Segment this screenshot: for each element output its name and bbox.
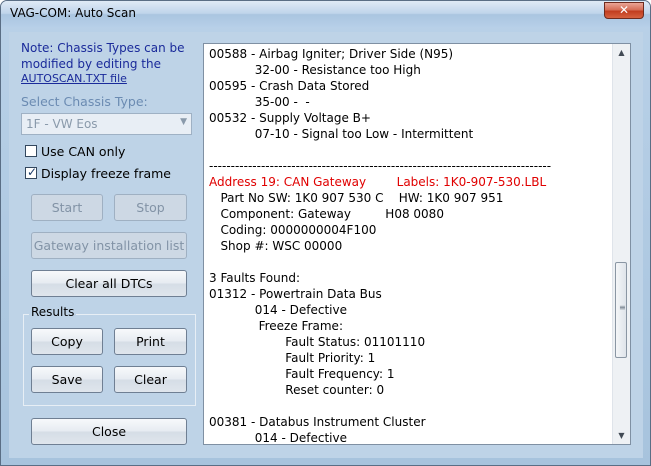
chevron-down-icon: ▼ [180,117,187,127]
scroll-up-icon[interactable]: ▲ [613,44,630,61]
log-line: Fault Priority: 1 [209,351,376,365]
copy-button[interactable]: Copy [31,328,103,355]
window-close-button[interactable]: ✕ [604,2,644,19]
log-line: Address 19: CAN Gateway Labels: 1K0-907-… [209,175,547,189]
log-line: Coding: 0000000004F100 [209,223,377,237]
chassis-note: Note: Chassis Types can be modified by e… [21,41,185,71]
log-line: 00381 - Databus Instrument Cluster [209,415,426,429]
log-line: Fault Status: 01101110 [209,335,426,349]
scroll-down-icon[interactable]: ▼ [613,427,630,444]
log-line: Shop #: WSC 00000 [209,239,343,253]
use-can-only-label: Use CAN only [41,144,126,159]
log-line: 01312 - Powertrain Data Bus [209,287,382,301]
chassis-type-select[interactable]: 1F - VW Eos ▼ [21,113,192,135]
stop-button[interactable]: Stop [114,194,187,221]
log-line: 00588 - Airbag Igniter; Driver Side (N95… [209,47,454,61]
log-line: Freeze Frame: [209,319,343,333]
log-line: 3 Faults Found: [209,271,301,285]
clear-all-dtcs-button[interactable]: Clear all DTCs [31,270,187,297]
start-button[interactable]: Start [31,194,103,221]
display-freeze-frame-label: Display freeze frame [41,166,171,181]
autoscan-file-link[interactable]: AUTOSCAN.TXT file [21,72,127,85]
results-group-label: Results [29,305,77,319]
chassis-type-label: Select Chassis Type: [21,94,148,109]
scan-log-textbox[interactable]: 00588 - Airbag Igniter; Driver Side (N95… [203,43,631,445]
log-line: 35-00 - - [209,95,310,109]
log-line: ----------------------------------------… [209,159,552,173]
log-line: 00532 - Supply Voltage B+ [209,111,371,125]
grip-icon: ≡ [619,303,626,312]
chassis-type-value: 1F - VW Eos [26,117,98,131]
gateway-installation-list-button[interactable]: Gateway installation list [31,232,187,259]
print-button[interactable]: Print [114,328,187,355]
log-line: Component: Gateway H08 0080 [209,207,444,221]
checkbox-box [25,145,37,157]
log-line: 32-00 - Resistance too High [209,63,421,77]
vertical-scrollbar[interactable]: ▲ ≡ ▼ [612,44,630,444]
checkbox-box: ✓ [25,165,38,179]
save-button[interactable]: Save [31,366,103,393]
client-area: Note: Chassis Types can be modified by e… [9,32,643,458]
check-icon: ✓ [27,165,38,179]
window-frame: VAG-COM: Auto Scan ✕ Note: Chassis Types… [0,0,651,466]
scrollbar-thumb[interactable]: ≡ [615,262,627,358]
log-line: Part No SW: 1K0 907 530 C HW: 1K0 907 95… [209,191,504,205]
clear-button[interactable]: Clear [114,366,187,393]
log-line: 014 - Defective [209,303,347,317]
window-title: VAG-COM: Auto Scan [10,6,136,20]
title-bar[interactable]: VAG-COM: Auto Scan ✕ [1,1,650,27]
close-button[interactable]: Close [31,418,187,445]
log-line: Fault Frequency: 1 [209,367,395,381]
log-line: 014 - Defective [209,431,347,445]
log-line: 00595 - Crash Data Stored [209,79,370,93]
log-line: Reset counter: 0 [209,383,385,397]
log-line: 07-10 - Signal too Low - Intermittent [209,127,474,141]
